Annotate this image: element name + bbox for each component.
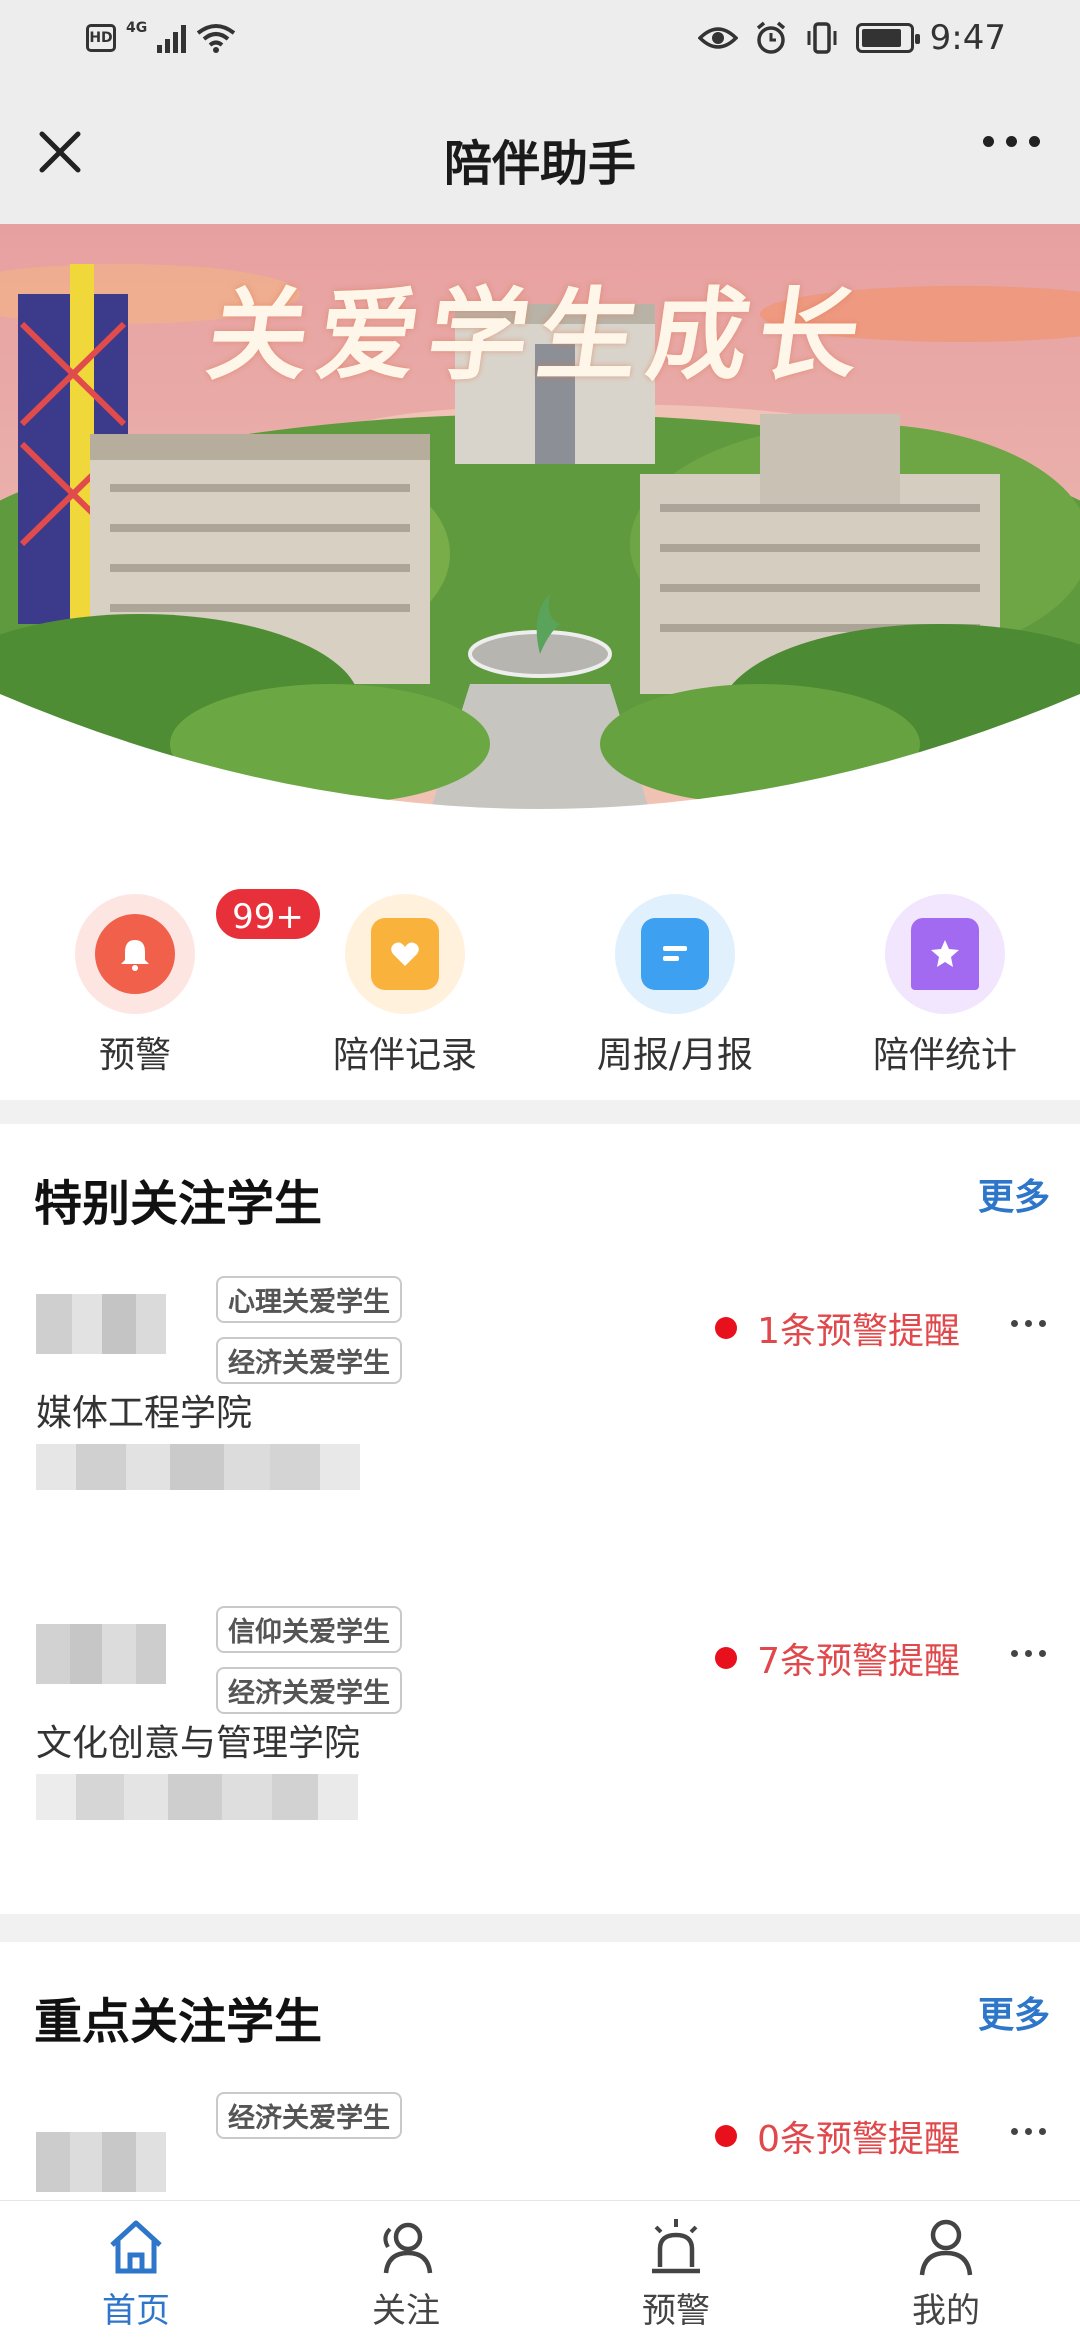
tab-follow[interactable]: 关注: [316, 2215, 496, 2332]
profile-icon: [919, 2219, 973, 2276]
status-bar: HD 4G 9:47: [0, 0, 1080, 84]
student-tags: 信仰关爱学生 经济关爱学生: [216, 1606, 402, 1714]
student-name-redacted: [36, 2132, 166, 2192]
student-tags: 经济关爱学生: [216, 2092, 402, 2139]
quick-action-label: 预警: [98, 1035, 171, 1076]
status-bar-left: HD 4G: [86, 20, 236, 54]
quick-actions: 99+ 预警 陪伴记录 周报/月报 陪伴统计: [0, 854, 1080, 1100]
special-attention-section: 特别关注学生 更多 心理关爱学生 经济关爱学生 1条预警提醒 媒体工程学院 信仰…: [0, 1124, 1080, 1914]
home-icon: [110, 2220, 162, 2274]
tab-home[interactable]: 首页: [46, 2215, 226, 2332]
quick-action-label: 周报/月报: [596, 1035, 754, 1076]
section-title: 特别关注学生: [34, 1176, 323, 1232]
warning-reminder[interactable]: 1条预警提醒: [715, 1302, 960, 1354]
warning-dot: [715, 2125, 738, 2147]
student-tag: 经济关爱学生: [216, 1667, 402, 1714]
tab-mine[interactable]: 我的: [856, 2215, 1036, 2332]
tab-label: 预警: [642, 2291, 710, 2331]
student-name-redacted: [36, 1294, 166, 1354]
eye-icon: [697, 27, 738, 49]
student-card[interactable]: 心理关爱学生 经济关爱学生 1条预警提醒 媒体工程学院: [0, 1254, 1080, 1554]
warning-text: 0条预警提醒: [757, 2119, 960, 2160]
report-icon: [641, 918, 709, 990]
tab-label: 关注: [372, 2291, 440, 2331]
warning-dot: [715, 1647, 738, 1669]
quick-action-label: 陪伴统计: [872, 1035, 1017, 1076]
star-bookmark-icon: [911, 918, 979, 990]
quick-action-companion-record[interactable]: 陪伴记录: [290, 884, 520, 1084]
student-class-redacted: [36, 1444, 436, 1490]
quick-action-label: 陪伴记录: [332, 1035, 477, 1076]
quick-action-statistics[interactable]: 陪伴统计: [830, 884, 1060, 1084]
clock-time: 9:47: [929, 18, 1006, 58]
page-title: 陪伴助手: [443, 136, 636, 192]
student-class-redacted: [36, 1774, 436, 1820]
nav-bar: 陪伴助手: [0, 84, 1080, 224]
battery-level: [861, 29, 901, 47]
student-college: 文化创意与管理学院: [36, 1723, 361, 1764]
warning-reminder[interactable]: 0条预警提醒: [715, 2110, 960, 2162]
tab-warning[interactable]: 预警: [586, 2215, 766, 2332]
student-name-redacted: [36, 1624, 166, 1684]
signal-icon: [157, 23, 187, 53]
hd-indicator: HD: [86, 24, 116, 52]
alarm-light-icon: [652, 2219, 700, 2274]
bottom-tab-bar: 首页 关注 预警 我的: [0, 2200, 1080, 2340]
warning-text: 1条预警提醒: [757, 1311, 960, 1352]
student-tag: 心理关爱学生: [216, 1276, 402, 1323]
warning-dot: [715, 1317, 738, 1339]
more-options-icon[interactable]: [1011, 2128, 1046, 2135]
warning-reminder[interactable]: 7条预警提醒: [715, 1632, 960, 1684]
follow-users-icon: [383, 2222, 433, 2274]
section-title: 重点关注学生: [34, 1994, 323, 2050]
student-tag: 经济关爱学生: [216, 2092, 402, 2139]
banner-title: 关爱学生成长: [200, 277, 877, 394]
key-attention-section: 重点关注学生 更多 经济关爱学生 0条预警提醒: [0, 1942, 1080, 2200]
student-tag: 经济关爱学生: [216, 1337, 402, 1384]
network-type: 4G: [126, 20, 148, 36]
heart-card-icon: [371, 918, 439, 990]
tab-label: 首页: [102, 2291, 170, 2331]
alarm-clock-icon: [756, 21, 785, 54]
vibrate-icon: [807, 22, 837, 54]
more-link[interactable]: 更多: [978, 1986, 1050, 2038]
bell-icon: [95, 914, 175, 994]
more-options-icon[interactable]: [1011, 1650, 1046, 1657]
more-options-icon[interactable]: [983, 136, 1040, 147]
status-bar-right: 9:47: [697, 18, 1006, 58]
student-tag: 信仰关爱学生: [216, 1606, 402, 1653]
more-options-icon[interactable]: [1011, 1320, 1046, 1327]
quick-action-report[interactable]: 周报/月报: [560, 884, 790, 1084]
student-tags: 心理关爱学生 经济关爱学生: [216, 1276, 402, 1384]
banner[interactable]: 关爱学生成长: [0, 224, 1080, 854]
student-college: 媒体工程学院: [36, 1393, 253, 1434]
battery-icon: [855, 23, 920, 53]
wifi-icon: [197, 24, 236, 53]
more-link[interactable]: 更多: [978, 1168, 1050, 1220]
warning-text: 7条预警提醒: [757, 1641, 960, 1682]
quick-action-warning[interactable]: 99+ 预警: [20, 884, 323, 1084]
student-card[interactable]: 经济关爱学生 0条预警提醒: [0, 2092, 1080, 2200]
warning-count-badge: 99+: [213, 886, 323, 942]
student-card[interactable]: 信仰关爱学生 经济关爱学生 7条预警提醒 文化创意与管理学院: [0, 1584, 1080, 1884]
tab-label: 我的: [912, 2291, 980, 2331]
